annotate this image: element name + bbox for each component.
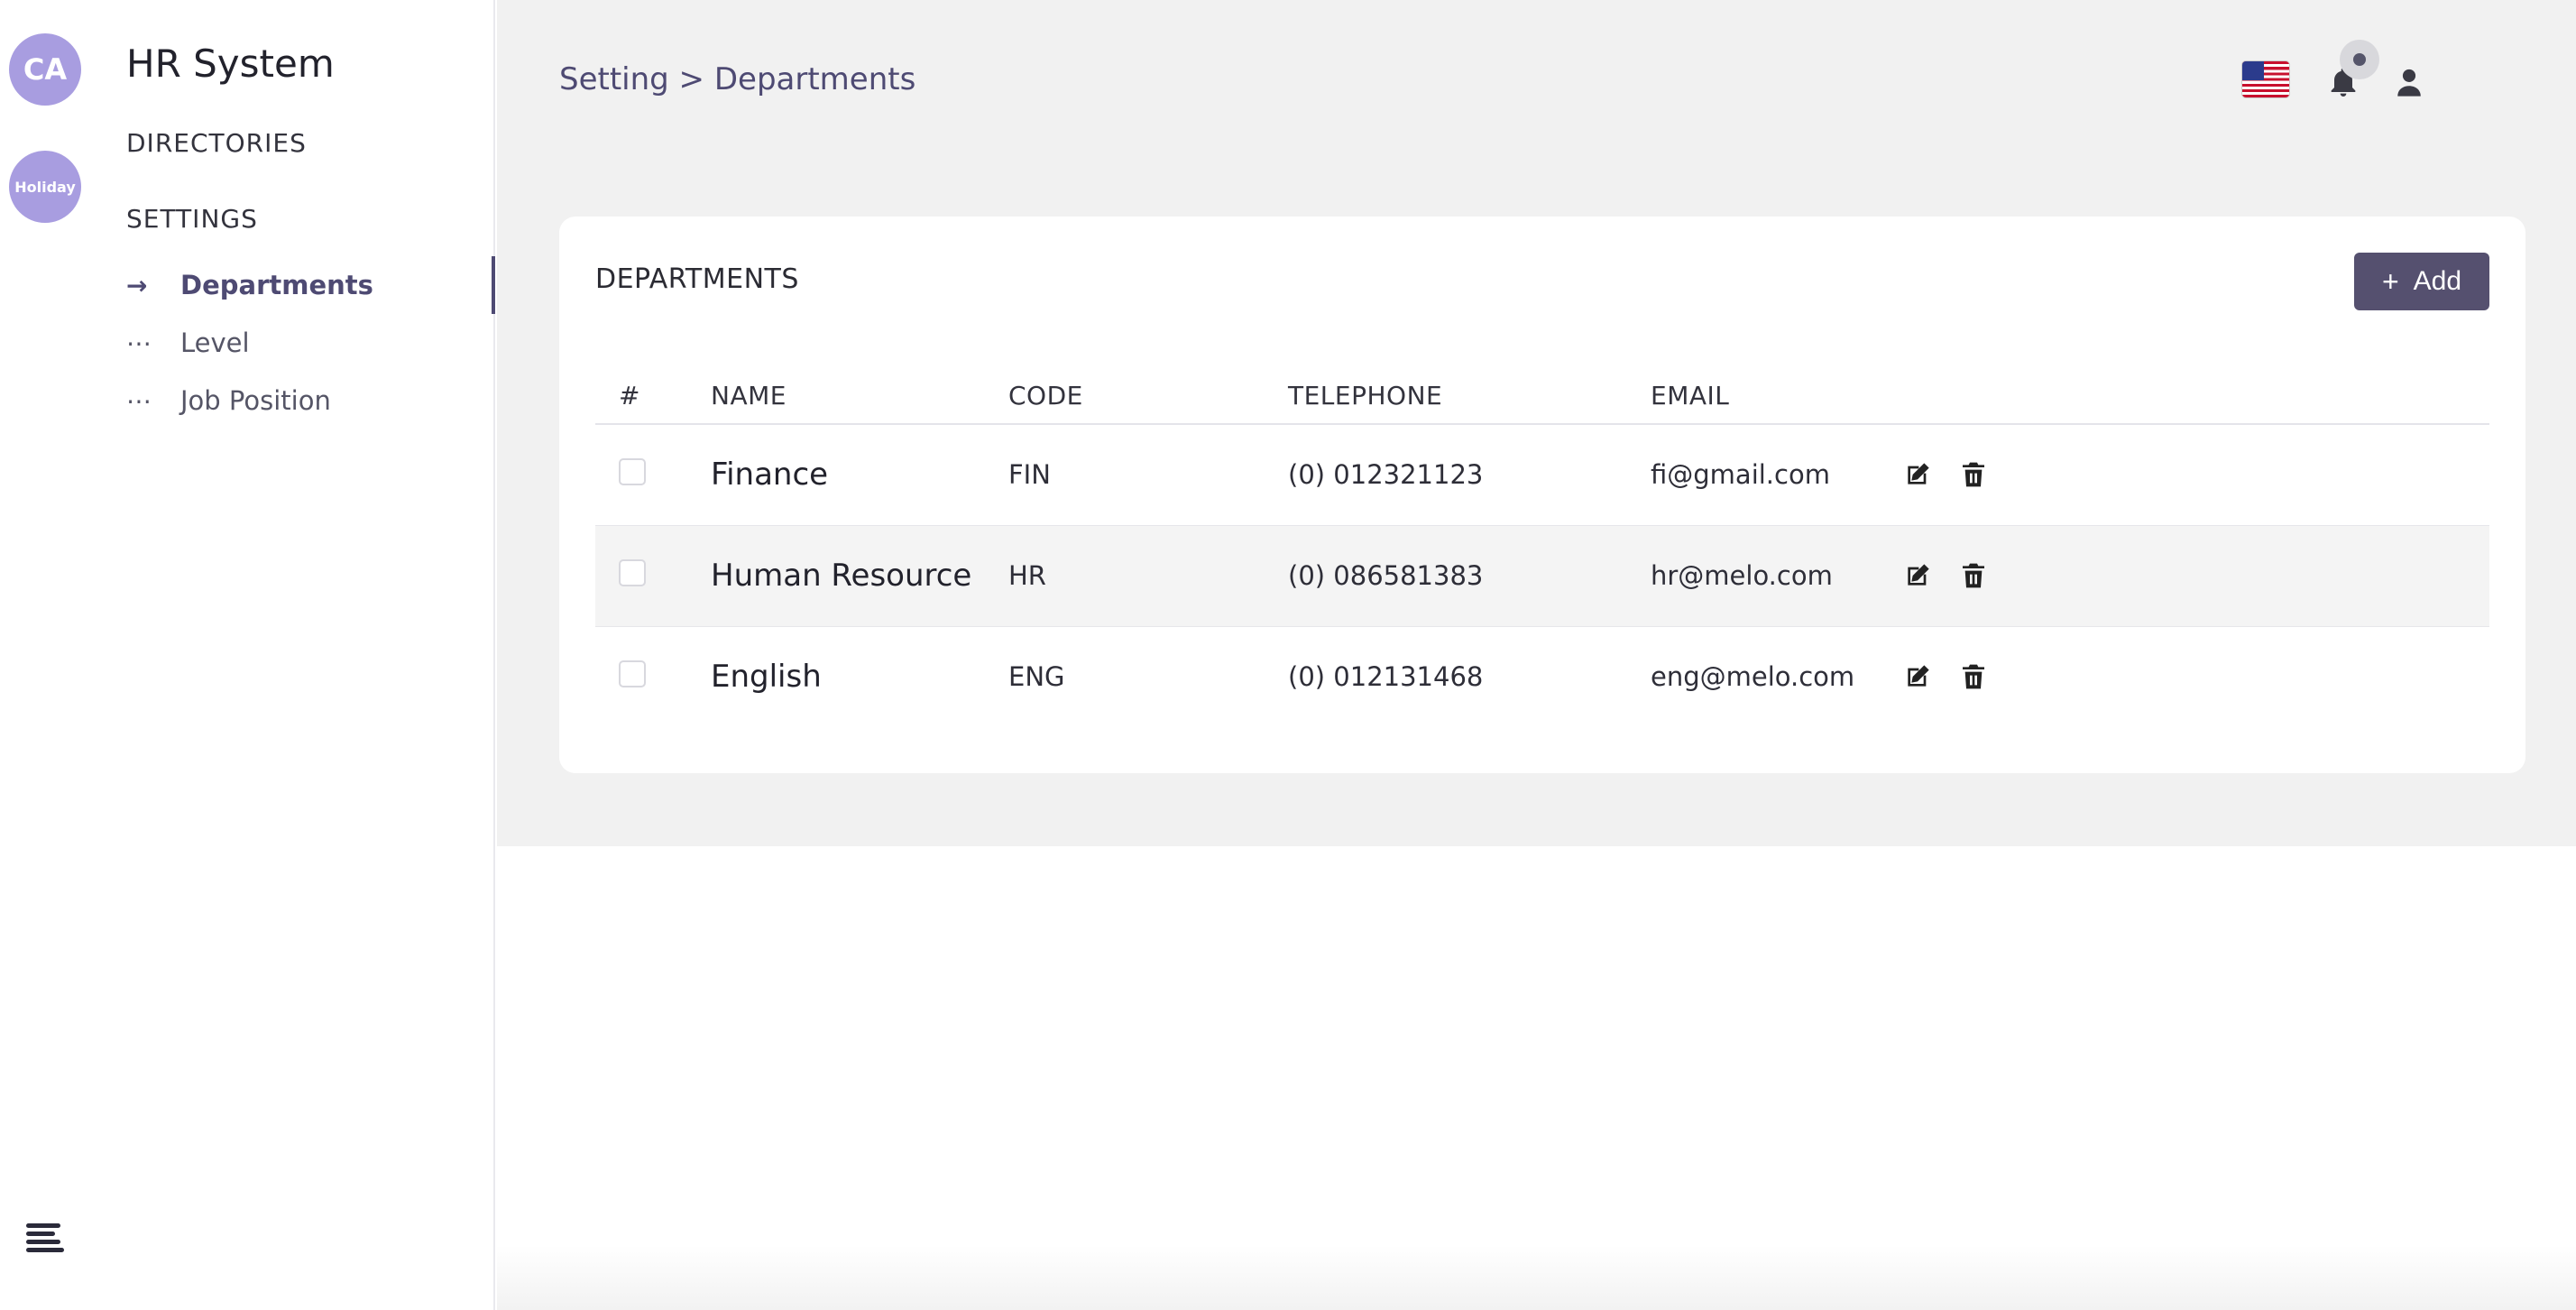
department-name: English — [711, 659, 822, 696]
notification-badge[interactable] — [2340, 40, 2379, 79]
column-header-telephone[interactable]: TELEPHONE — [1288, 368, 1651, 425]
sidebar-item-job-position[interactable]: ⋯ Job Position — [126, 383, 331, 419]
row-checkbox[interactable] — [619, 660, 646, 687]
column-header-name[interactable]: NAME — [711, 368, 1008, 425]
add-button[interactable]: + Add — [2354, 253, 2489, 310]
column-header-actions — [1903, 368, 2489, 425]
department-telephone: (0) 086581383 — [1288, 525, 1651, 627]
edit-icon[interactable] — [1903, 561, 1932, 590]
row-checkbox[interactable] — [619, 457, 646, 485]
trash-icon[interactable] — [1959, 662, 1988, 691]
table-row[interactable]: English ENG (0) 012131468 eng@melo.com — [595, 626, 2489, 727]
icon-rail: CA Holiday — [0, 0, 90, 1310]
arrow-right-icon: → — [126, 270, 148, 300]
us-flag-icon[interactable] — [2242, 61, 2289, 97]
ellipsis-icon: ⋯ — [126, 328, 152, 358]
table-row[interactable]: Finance FIN (0) 012321123 fi@gmail.com — [595, 424, 2489, 526]
table-row[interactable]: Human Resource HR (0) 086581383 hr@melo.… — [595, 525, 2489, 627]
add-button-label: Add — [2413, 266, 2462, 296]
plus-icon: + — [2381, 264, 2399, 298]
sidebar-section-directories[interactable]: DIRECTORIES — [126, 128, 307, 158]
hamburger-menu-icon[interactable] — [26, 1223, 64, 1252]
main-content: Setting > Departments DEPARTMENTS + Add … — [497, 0, 2576, 846]
departments-table: # NAME CODE TELEPHONE EMAIL Finance FIN … — [595, 368, 2489, 727]
department-email: hr@melo.com — [1651, 525, 1903, 627]
department-telephone: (0) 012321123 — [1288, 424, 1651, 526]
sidebar-item-level[interactable]: ⋯ Level — [126, 325, 250, 361]
card-title: DEPARTMENTS — [595, 263, 799, 295]
column-header-code[interactable]: CODE — [1008, 368, 1288, 425]
department-name: Finance — [711, 424, 1008, 526]
department-email: fi@gmail.com — [1651, 424, 1903, 526]
active-indicator — [492, 256, 495, 314]
sidebar-item-label: Level — [180, 328, 250, 358]
department-email: eng@melo.com — [1651, 661, 1855, 693]
edit-icon[interactable] — [1903, 460, 1932, 489]
trash-icon[interactable] — [1959, 561, 1988, 590]
ellipsis-icon: ⋯ — [126, 385, 152, 416]
holiday-app-button[interactable]: Holiday — [9, 151, 81, 223]
app-title: HR System — [126, 42, 335, 86]
footer-shade — [497, 1245, 2576, 1310]
sidebar-section-settings[interactable]: SETTINGS — [126, 204, 258, 234]
department-code: ENG — [1008, 661, 1065, 693]
user-icon[interactable] — [2396, 67, 2423, 97]
header-actions — [2215, 0, 2576, 144]
column-header-index: # — [595, 368, 711, 425]
edit-icon[interactable] — [1903, 662, 1932, 691]
sidebar-item-label: Job Position — [180, 385, 331, 416]
company-avatar[interactable]: CA — [9, 33, 81, 106]
sidebar-item-departments[interactable]: → Departments — [126, 267, 373, 303]
department-name: Human Resource — [711, 525, 1008, 627]
department-telephone: (0) 012131468 — [1288, 661, 1484, 693]
table-header-row: # NAME CODE TELEPHONE EMAIL — [595, 368, 2489, 425]
department-code: FIN — [1008, 424, 1288, 526]
sidebar-item-label: Departments — [180, 270, 373, 300]
breadcrumb: Setting > Departments — [559, 61, 916, 97]
row-checkbox[interactable] — [619, 558, 646, 586]
column-header-email[interactable]: EMAIL — [1651, 368, 1903, 425]
sidebar: HR System DIRECTORIES SETTINGS → Departm… — [90, 0, 495, 1310]
department-code: HR — [1008, 525, 1288, 627]
departments-card: DEPARTMENTS + Add # NAME CODE TELEPHONE … — [559, 217, 2525, 773]
trash-icon[interactable] — [1959, 460, 1988, 489]
